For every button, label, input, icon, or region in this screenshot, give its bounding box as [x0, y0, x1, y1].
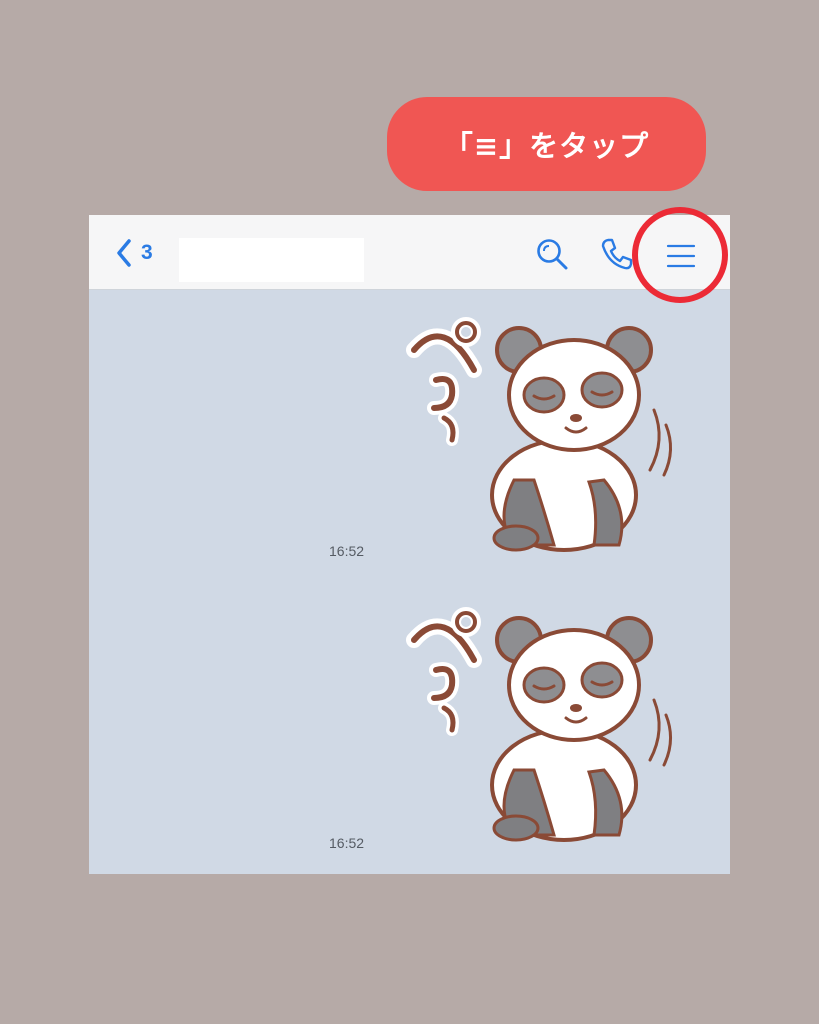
- message-timestamp: 16:52: [329, 835, 365, 851]
- message-item: 16:52: [89, 505, 730, 855]
- panda-bow-sticker[interactable]: [404, 600, 684, 850]
- instruction-callout: 「≡」をタップ: [387, 97, 706, 191]
- chat-screen: 3 16:52 16:52: [89, 215, 730, 874]
- instruction-text: 「≡」をタップ: [443, 129, 650, 163]
